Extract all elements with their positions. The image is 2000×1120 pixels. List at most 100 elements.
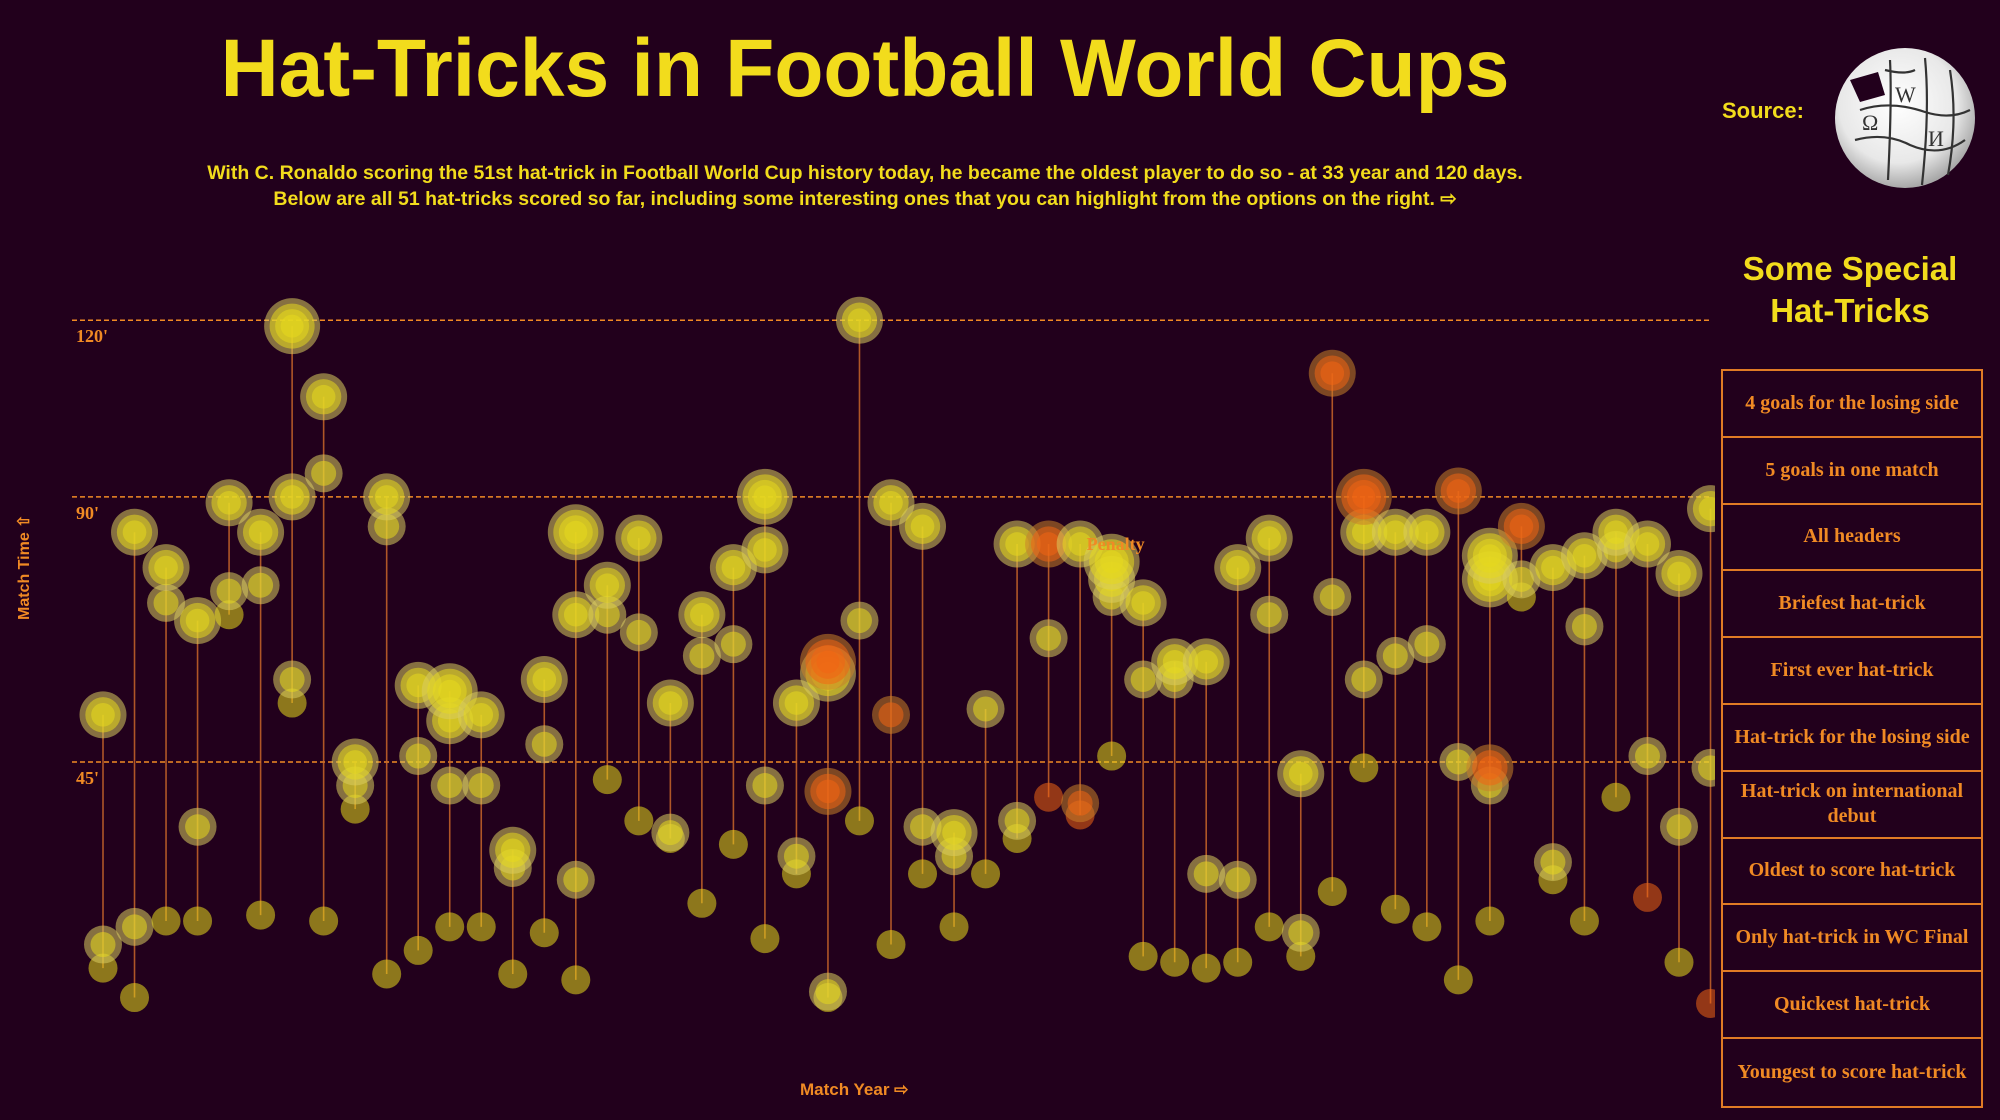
- goal-marker: [1414, 631, 1440, 657]
- goal-marker: [531, 731, 557, 757]
- goal-marker: [151, 906, 181, 936]
- wikipedia-globe-icon[interactable]: W Ω И: [1830, 40, 1980, 190]
- option-oldest-scorer[interactable]: Oldest to score hat-trick: [1723, 839, 1981, 906]
- goal-marker: [563, 867, 589, 893]
- option-international-debut[interactable]: Hat-trick on international debut: [1723, 772, 1981, 839]
- svg-text:Ω: Ω: [1862, 110, 1878, 135]
- goal-marker: [1320, 361, 1345, 386]
- goal-marker: [154, 555, 178, 580]
- option-quickest-hat-trick[interactable]: Quickest hat-trick: [1723, 972, 1981, 1039]
- goal-marker: [816, 650, 840, 674]
- goal-marker: [469, 702, 494, 727]
- goal-marker: [90, 932, 116, 958]
- x-axis-title: Match Year ⇨: [800, 1080, 909, 1099]
- goal-marker: [1509, 514, 1534, 539]
- goal-marker: [690, 602, 714, 627]
- goal-marker: [626, 619, 652, 645]
- goal-marker: [343, 750, 367, 774]
- goal-marker: [658, 691, 683, 715]
- penalty-annotation: Penalty: [1087, 534, 1145, 554]
- goal-marker: [910, 514, 935, 539]
- goal-marker: [311, 384, 336, 409]
- goal-marker: [846, 608, 872, 634]
- goal-marker: [627, 526, 651, 550]
- goal-marker: [1225, 555, 1250, 580]
- goal-marker: [217, 490, 241, 515]
- goal-marker: [1067, 790, 1093, 816]
- goal-marker: [942, 820, 966, 845]
- goal-marker: [1664, 947, 1694, 977]
- goal-marker: [1632, 882, 1662, 912]
- goal-marker: [1351, 666, 1377, 692]
- goal-marker: [1317, 877, 1347, 907]
- svg-text:И: И: [1928, 126, 1944, 151]
- goal-marker: [561, 965, 591, 995]
- goal-marker: [750, 924, 780, 954]
- goal-marker: [498, 959, 528, 989]
- goal-marker: [91, 702, 115, 727]
- goal-marker: [1446, 479, 1471, 503]
- goal-marker: [908, 859, 938, 889]
- goal-marker: [529, 918, 559, 948]
- goal-marker: [183, 906, 213, 936]
- goal-marker: [1667, 561, 1691, 586]
- goal-marker: [847, 308, 872, 333]
- goal-marker: [1696, 988, 1715, 1018]
- y-tick-label: 120': [76, 326, 108, 346]
- option-wc-final[interactable]: Only hat-trick in WC Final: [1723, 905, 1981, 973]
- option-4-goals-losing-side[interactable]: 4 goals for the losing side: [1723, 371, 1981, 438]
- goal-marker: [1443, 965, 1473, 995]
- goal-marker: [1288, 761, 1313, 786]
- goal-marker: [752, 773, 778, 799]
- goal-marker: [248, 520, 273, 545]
- goal-marker: [687, 888, 717, 918]
- goal-marker: [1034, 782, 1064, 812]
- goal-marker: [1601, 782, 1631, 812]
- goal-marker: [248, 572, 274, 598]
- goal-marker: [971, 859, 1001, 889]
- special-options-list: 4 goals for the losing side 5 goals in o…: [1721, 369, 1983, 1108]
- goal-marker: [1569, 906, 1599, 936]
- option-losing-side-hat-trick[interactable]: Hat-trick for the losing side: [1723, 705, 1981, 772]
- y-axis-title: Match Time ⇧: [16, 514, 33, 620]
- goal-marker: [816, 779, 840, 804]
- goal-marker: [122, 914, 148, 940]
- option-first-ever-hat-trick[interactable]: First ever hat-trick: [1723, 638, 1981, 705]
- goal-marker: [1097, 741, 1127, 771]
- option-briefest-hat-trick[interactable]: Briefest hat-trick: [1723, 571, 1981, 639]
- goal-marker: [438, 679, 462, 703]
- goal-marker: [437, 773, 463, 799]
- goal-marker: [1004, 808, 1030, 834]
- goal-marker: [753, 538, 777, 562]
- goal-marker: [153, 590, 179, 616]
- goal-marker: [1225, 867, 1251, 893]
- goal-marker: [1572, 543, 1597, 568]
- option-all-headers[interactable]: All headers: [1723, 505, 1981, 572]
- y-tick-label: 45': [76, 768, 99, 788]
- y-tick-label: 90': [76, 503, 99, 523]
- goal-marker: [563, 602, 588, 627]
- goal-marker: [1478, 756, 1502, 780]
- goal-marker: [1412, 912, 1442, 942]
- goal-marker: [1131, 591, 1155, 615]
- goal-marker: [878, 702, 904, 728]
- goal-marker: [1478, 544, 1502, 568]
- goal-marker: [185, 608, 210, 633]
- goal-marker: [1380, 894, 1410, 924]
- goal-marker: [1254, 912, 1284, 942]
- goal-marker: [689, 643, 715, 669]
- goal-marker: [657, 820, 683, 846]
- goal-marker: [1130, 666, 1156, 692]
- option-5-goals-one-match[interactable]: 5 goals in one match: [1723, 438, 1981, 505]
- goal-marker: [1160, 947, 1190, 977]
- goal-marker: [1223, 947, 1253, 977]
- goal-marker: [1475, 906, 1505, 936]
- goal-marker: [280, 485, 304, 509]
- goal-marker: [279, 666, 305, 692]
- goal-marker: [721, 555, 746, 580]
- goal-marker: [1382, 643, 1408, 669]
- goal-marker: [876, 930, 906, 960]
- option-youngest-scorer[interactable]: Youngest to score hat-trick: [1723, 1039, 1981, 1106]
- goal-marker: [372, 959, 402, 989]
- goal-marker: [122, 520, 147, 545]
